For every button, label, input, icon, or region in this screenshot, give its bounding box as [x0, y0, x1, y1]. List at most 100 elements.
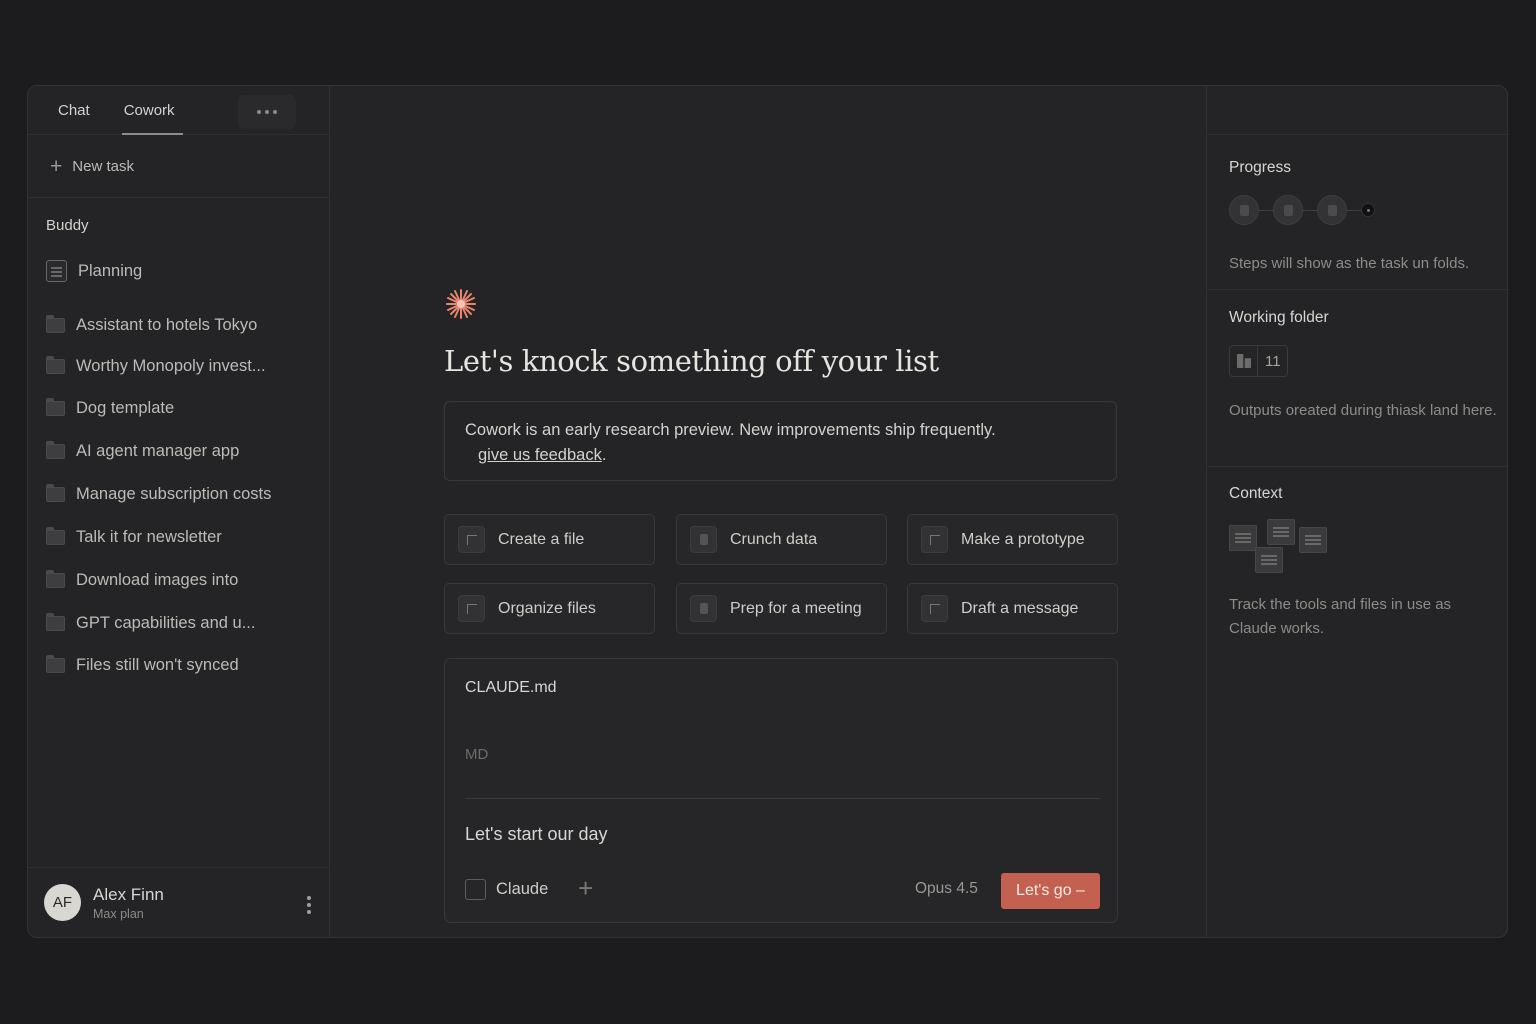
step-icon — [1317, 195, 1347, 225]
step-dot-icon — [1361, 203, 1375, 217]
suggestion-label: Prep for a meeting — [730, 599, 862, 617]
sidebar-item-label: AI agent manager app — [76, 442, 240, 460]
draft-message-button[interactable]: Draft a message — [907, 583, 1118, 634]
context-files-icon — [1229, 519, 1329, 575]
folder-icon — [46, 484, 65, 502]
sidebar-item-label: Talk it for newsletter — [76, 528, 222, 546]
data-icon — [690, 526, 717, 553]
progress-section: Progress Steps will show as the task un … — [1207, 135, 1507, 290]
notice-text: Cowork is an early research preview. New… — [465, 421, 996, 439]
folder-icon — [46, 441, 65, 459]
context-description: Track the tools and files in use as Clau… — [1229, 596, 1452, 637]
sidebar-item-label: Assistant to hotels Tokyo — [76, 316, 258, 334]
sidebar-item-label: Planning — [78, 261, 143, 280]
step-connector — [1259, 209, 1273, 211]
sidebar-item-label: Dog template — [76, 399, 175, 417]
kebab-menu-icon[interactable] — [307, 896, 311, 914]
working-folder-description: Outputs oreated during thiask land here. — [1229, 402, 1497, 419]
progress-title: Progress — [1229, 159, 1292, 176]
progress-description: Steps will show as the task un folds. — [1229, 255, 1470, 272]
sidebar-item-task[interactable]: Talk it for newsletter — [28, 527, 222, 547]
more-dots-icon — [265, 110, 269, 114]
working-folder-title: Working folder — [1229, 309, 1329, 326]
sidebar-item-task[interactable]: Worthy Monopoly invest... — [28, 356, 266, 376]
sidebar-item-task[interactable]: Assistant to hotels Tokyo — [28, 315, 258, 335]
mode-tabs: Chat Cowork — [28, 86, 329, 135]
tool-label: Claude — [496, 880, 549, 898]
step-connector — [1303, 209, 1317, 211]
create-file-button[interactable]: Create a file — [444, 514, 655, 565]
section-label: Buddy — [46, 217, 89, 234]
suggestion-label: Crunch data — [730, 530, 818, 548]
sidebar-item-label: Download images into — [76, 571, 239, 589]
folder-icon — [46, 655, 65, 673]
sidebar-item-planning[interactable]: Planning — [28, 260, 142, 282]
make-prototype-button[interactable]: Make a prototype — [907, 514, 1118, 565]
claude-checkbox[interactable] — [465, 879, 486, 900]
crunch-data-button[interactable]: Crunch data — [676, 514, 887, 565]
submit-button[interactable]: Let's go – — [1001, 873, 1100, 909]
sidebar-item-task[interactable]: Download images into — [28, 570, 239, 590]
preview-notice: Cowork is an early research preview. New… — [444, 401, 1117, 481]
model-selector[interactable]: Opus 4.5 — [915, 880, 978, 898]
working-folder-chip[interactable]: 11 — [1229, 345, 1288, 377]
more-dots-icon — [257, 110, 261, 114]
organize-icon — [458, 595, 485, 622]
new-task-button[interactable]: + New task — [28, 135, 329, 198]
sparkle-icon — [446, 289, 476, 319]
feedback-link[interactable]: give us feedback — [478, 446, 602, 464]
page-title: Let's knock something off your list — [444, 344, 939, 378]
prompt-input[interactable]: Let's start our day — [465, 824, 608, 845]
user-profile[interactable]: AF Alex Finn Max plan — [28, 867, 329, 937]
sidebar-item-task[interactable]: Files still won't synced — [28, 655, 239, 675]
suggestion-label: Draft a message — [961, 599, 1079, 617]
step-icon — [1273, 195, 1303, 225]
tab-chat[interactable]: Chat — [58, 86, 90, 135]
suggestion-label: Organize files — [498, 599, 596, 617]
suggestion-label: Create a file — [498, 530, 585, 548]
message-icon — [921, 595, 948, 622]
sidebar-item-task[interactable]: Manage subscription costs — [28, 484, 272, 504]
sidebar-item-label: GPT capabilities and u... — [76, 614, 256, 632]
organize-files-button[interactable]: Organize files — [444, 583, 655, 634]
more-dots-icon — [273, 110, 277, 114]
sidebar-item-task[interactable]: AI agent manager app — [28, 441, 240, 461]
sidebar-item-task[interactable]: Dog template — [28, 398, 175, 418]
plus-icon: + — [50, 154, 63, 178]
folder-icon — [1230, 346, 1258, 376]
sidebar: Chat Cowork + New task Buddy Planning As… — [28, 86, 330, 937]
progress-steps — [1229, 195, 1507, 225]
sidebar-item-label: Manage subscription costs — [76, 485, 272, 503]
new-task-label: New task — [72, 157, 134, 175]
meeting-icon — [690, 595, 717, 622]
more-options-button[interactable] — [238, 95, 296, 129]
prep-meeting-button[interactable]: Prep for a meeting — [676, 583, 887, 634]
main-content: Let's knock something off your list Cowo… — [330, 86, 1207, 937]
attached-file-type: MD — [465, 746, 489, 763]
sidebar-item-label: Worthy Monopoly invest... — [76, 357, 266, 375]
app-window: Chat Cowork + New task Buddy Planning As… — [27, 85, 1508, 938]
folder-count: 11 — [1265, 352, 1281, 370]
sidebar-item-label: Files still won't synced — [76, 656, 239, 674]
folder-icon — [46, 315, 65, 333]
working-folder-section: Working folder 11 Outputs oreated during… — [1207, 290, 1507, 467]
step-connector — [1347, 209, 1361, 211]
composer: CLAUDE.md MD Let's start our day Claude … — [444, 658, 1118, 923]
prototype-icon — [921, 526, 948, 553]
user-name: Alex Finn — [93, 884, 164, 904]
attached-file-name[interactable]: CLAUDE.md — [465, 679, 557, 697]
context-section: Context Track the tools and files in use… — [1207, 467, 1507, 641]
document-icon — [46, 260, 67, 282]
context-title: Context — [1229, 485, 1283, 502]
right-panel-header — [1207, 86, 1507, 135]
file-icon — [458, 526, 485, 553]
folder-icon — [46, 570, 65, 588]
folder-icon — [46, 398, 65, 416]
add-attachment-icon[interactable]: + — [578, 873, 593, 904]
notice-suffix: . — [601, 446, 607, 464]
avatar: AF — [44, 884, 81, 921]
sidebar-item-task[interactable]: GPT capabilities and u... — [28, 613, 256, 633]
tab-cowork[interactable]: Cowork — [121, 86, 183, 135]
user-plan: Max plan — [93, 906, 144, 921]
folder-icon — [46, 356, 65, 374]
